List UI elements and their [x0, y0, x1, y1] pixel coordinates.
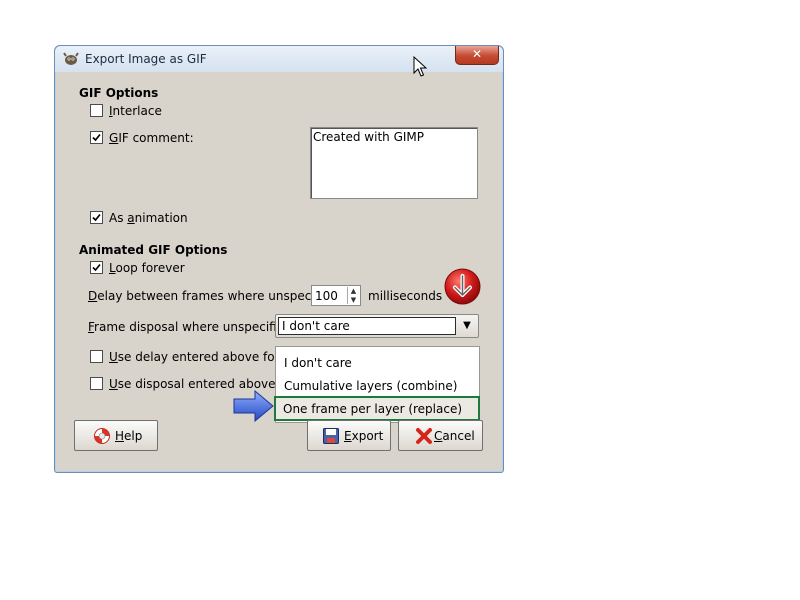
gif-comment-checkbox[interactable]: [90, 131, 103, 144]
as-animation-label[interactable]: As animation: [109, 211, 188, 225]
close-icon: ✕: [471, 47, 483, 61]
as-animation-checkbox[interactable]: [90, 211, 103, 224]
delay-unit: milliseconds: [368, 289, 443, 303]
interlace-label[interactable]: Interlace: [109, 104, 162, 118]
spin-buttons: ▲ ▼: [347, 287, 359, 304]
use-delay-checkbox[interactable]: [90, 350, 103, 363]
export-label: Export: [344, 429, 384, 443]
spin-down-icon[interactable]: ▼: [348, 296, 359, 304]
dropdown-option-cumulative[interactable]: Cumulative layers (combine): [284, 379, 457, 393]
red-down-arrow-icon: [444, 268, 481, 305]
gif-options-heading: GIF Options: [79, 86, 159, 100]
comment-textarea[interactable]: Created with GIMP: [310, 127, 478, 199]
delay-spinbox[interactable]: 100 ▲ ▼: [311, 285, 361, 306]
help-button[interactable]: Help: [74, 420, 158, 451]
dropdown-option-replace[interactable]: One frame per layer (replace): [283, 402, 462, 416]
spin-up-icon[interactable]: ▲: [348, 287, 359, 295]
blue-right-arrow-icon: [233, 390, 274, 422]
dropdown-option-dont-care[interactable]: I don't care: [284, 356, 352, 370]
title-bar[interactable]: Export Image as GIF ✕: [55, 46, 503, 72]
chevron-down-icon[interactable]: ▼: [459, 319, 475, 333]
lifebuoy-icon: [94, 428, 110, 444]
delay-value[interactable]: 100: [315, 289, 338, 303]
cancel-label: Cancel: [434, 429, 475, 443]
animated-options-heading: Animated GIF Options: [79, 243, 228, 257]
loop-forever-label[interactable]: Loop forever: [109, 261, 185, 275]
help-label: Help: [115, 429, 143, 443]
dropdown-option-replace-highlighted[interactable]: One frame per layer (replace): [274, 396, 480, 421]
gimp-icon: [63, 52, 79, 65]
check-icon: [92, 133, 101, 142]
loop-forever-checkbox[interactable]: [90, 261, 103, 274]
red-x-icon: [416, 428, 432, 444]
disposal-label: Frame disposal where unspecified:: [88, 320, 296, 334]
close-button[interactable]: ✕: [455, 46, 499, 65]
mouse-cursor-icon: [413, 56, 427, 77]
use-disposal-checkbox[interactable]: [90, 377, 103, 390]
window-title: Export Image as GIF: [85, 52, 207, 66]
delay-label: Delay between frames where unspecified:: [88, 289, 342, 303]
interlace-checkbox[interactable]: [90, 104, 103, 117]
floppy-disk-icon: [323, 428, 339, 444]
cancel-button[interactable]: Cancel: [398, 420, 483, 451]
check-icon: [92, 263, 101, 272]
disposal-combobox[interactable]: I don't care ▼: [275, 314, 479, 338]
export-button[interactable]: Export: [307, 420, 391, 451]
gif-comment-label[interactable]: GIF comment:: [109, 131, 194, 145]
disposal-selected-value[interactable]: I don't care: [278, 317, 456, 335]
check-icon: [92, 213, 101, 222]
